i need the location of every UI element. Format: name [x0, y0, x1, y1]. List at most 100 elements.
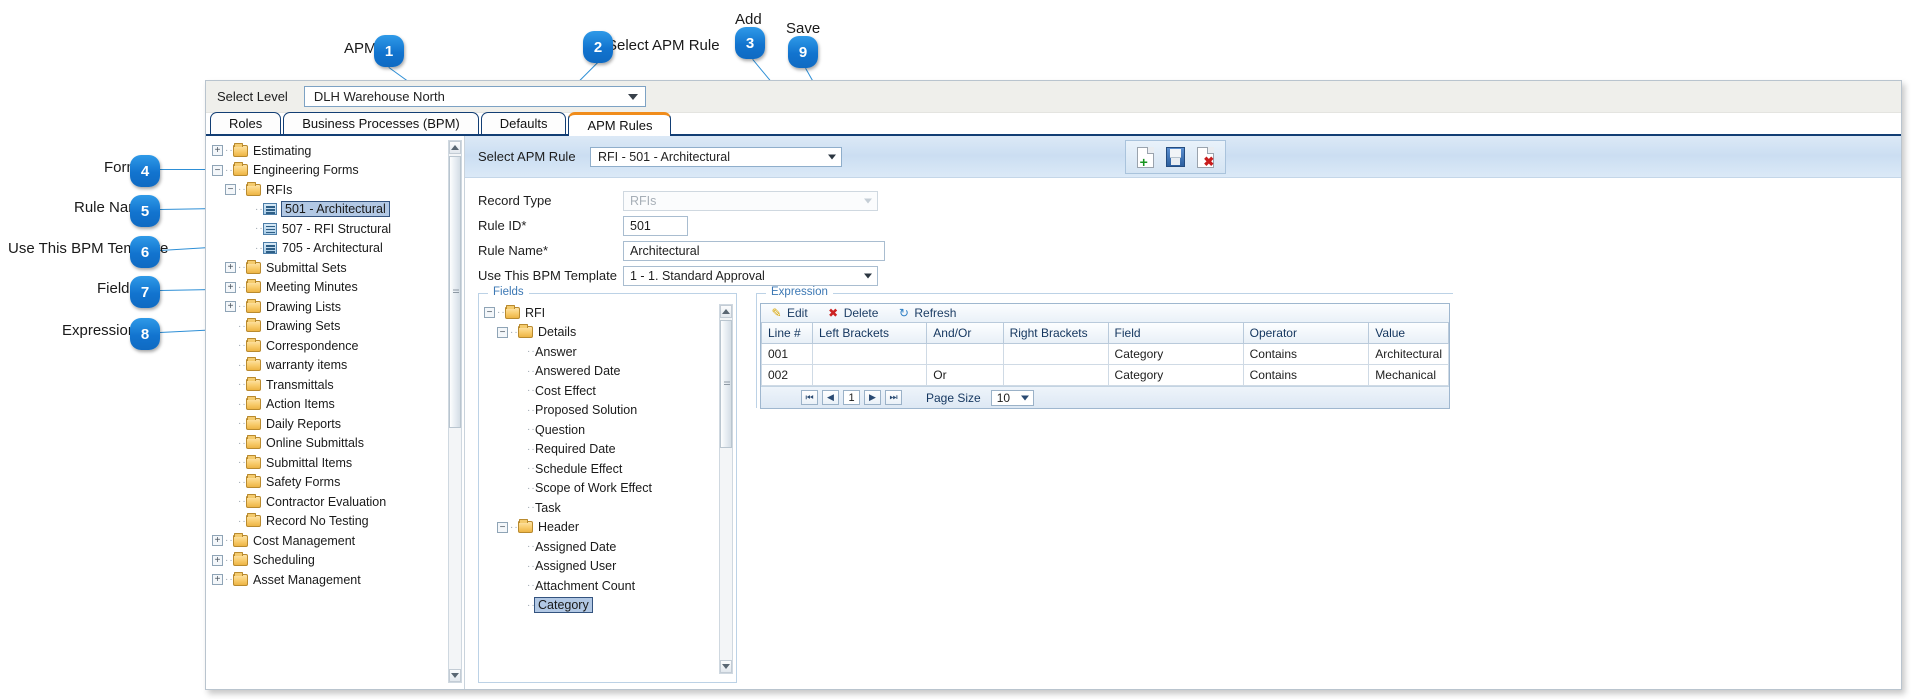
rule-name-field[interactable]: Architectural — [623, 240, 885, 261]
form-tree-item-node[interactable]: ·· 507 - RFI Structural — [212, 219, 464, 239]
form-tree-item-node[interactable]: ·· 705 - Architectural — [212, 239, 464, 259]
expand-icon[interactable]: + — [212, 535, 223, 547]
bpm-template-dropdown[interactable]: 1 - 1. Standard Approval — [623, 265, 878, 286]
scroll-down-icon[interactable] — [720, 660, 732, 673]
table-row[interactable]: 002 Or Category Contains Mechanical — [761, 364, 1449, 386]
scroll-down-icon[interactable] — [449, 669, 461, 682]
form-tree-item-node[interactable]: − ·· RFIs — [212, 180, 464, 200]
form-tree-item-node[interactable]: + ·· Estimating — [212, 141, 464, 161]
pager-first-button[interactable]: ⏮ — [801, 390, 818, 405]
fields-tree-item-node[interactable]: ·· Assigned User — [484, 557, 736, 577]
scroll-up-icon[interactable] — [449, 141, 461, 154]
folder-icon — [505, 304, 520, 319]
expand-icon[interactable]: + — [212, 145, 223, 157]
fields-tree-item-node[interactable]: ·· Required Date — [484, 440, 736, 460]
column-header[interactable]: Left Brackets — [811, 323, 928, 344]
save-button[interactable] — [1163, 144, 1187, 170]
fields-tree-item-node[interactable]: − ·· RFI — [484, 303, 736, 323]
fields-tree-item-node[interactable]: ·· Question — [484, 420, 736, 440]
fields-tree-item-node[interactable]: ·· Task — [484, 498, 736, 518]
form-tree-item-node[interactable]: + ·· Asset Management — [212, 570, 464, 590]
fields-tree-scrollbar[interactable] — [719, 304, 733, 674]
expand-icon[interactable]: + — [212, 554, 223, 566]
collapse-icon[interactable]: − — [497, 326, 508, 338]
form-tree-item-node[interactable]: + ·· Scheduling — [212, 551, 464, 571]
column-header[interactable]: Line # — [761, 323, 813, 344]
delete-button[interactable]: ✖ — [1194, 144, 1218, 170]
fields-tree-item-node[interactable]: − ·· Header — [484, 518, 736, 538]
tab-label: APM Rules — [587, 118, 653, 133]
pager-last-button[interactable]: ⏭ — [885, 390, 902, 405]
select-level-dropdown[interactable]: DLH Warehouse North — [303, 86, 646, 107]
folder-icon — [246, 415, 261, 430]
form-tree-item-node[interactable]: ·· Contractor Evaluation — [212, 492, 464, 512]
fields-tree-item-node[interactable]: ·· Proposed Solution — [484, 401, 736, 421]
fields-tree-item-node[interactable]: ·· Category — [484, 596, 736, 616]
tab-roles[interactable]: Roles — [210, 112, 282, 134]
expand-icon[interactable]: + — [212, 574, 223, 586]
fields-tree-item-node[interactable]: ·· Scope of Work Effect — [484, 479, 736, 499]
form-tree-item-node[interactable]: ·· 501 - Architectural — [212, 200, 464, 220]
form-tree-item-node[interactable]: ·· Drawing Sets — [212, 317, 464, 337]
pager-current-page[interactable]: 1 — [843, 390, 860, 405]
add-button[interactable]: + — [1133, 144, 1157, 170]
callout-badge-2: 2 — [583, 31, 613, 63]
delete-button[interactable]: ✖ Delete — [827, 306, 878, 320]
column-header[interactable]: Value — [1368, 323, 1449, 344]
form-tree-scrollbar[interactable] — [448, 140, 462, 683]
refresh-button[interactable]: ↻ Refresh — [897, 306, 957, 320]
pager-prev-button[interactable]: ◀ — [822, 390, 839, 405]
form-tree-item-node[interactable]: + ·· Drawing Lists — [212, 297, 464, 317]
form-tree-item-node[interactable]: ·· Safety Forms — [212, 473, 464, 493]
fields-tree-item-node[interactable]: ·· Answered Date — [484, 362, 736, 382]
tab-defaults[interactable]: Defaults — [480, 112, 567, 134]
pager-next-button[interactable]: ▶ — [864, 390, 881, 405]
tree-connector: ·· — [510, 326, 519, 338]
fields-tree-item-node[interactable]: ·· Assigned Date — [484, 537, 736, 557]
tree-connector: ·· — [510, 521, 519, 533]
rule-id-field[interactable]: 501 — [623, 215, 688, 236]
fields-tree-item-node[interactable]: ·· Schedule Effect — [484, 459, 736, 479]
table-row[interactable]: 001 Category Contains Architectural — [761, 343, 1449, 365]
form-tree-item-node[interactable]: ·· Transmittals — [212, 375, 464, 395]
fields-tree-item-node[interactable]: ·· Attachment Count — [484, 576, 736, 596]
collapse-icon[interactable]: − — [225, 184, 236, 196]
select-apm-rule-dropdown[interactable]: RFI - 501 - Architectural — [590, 146, 842, 167]
expand-icon[interactable]: + — [225, 262, 236, 274]
tab-business-processes-bpm[interactable]: Business Processes (BPM) — [283, 112, 479, 134]
form-tree-item-node[interactable]: ·· Record No Testing — [212, 512, 464, 532]
form-tree-item-node[interactable]: ·· Submittal Items — [212, 453, 464, 473]
column-header[interactable]: And/Or — [926, 323, 1004, 344]
collapse-icon[interactable]: − — [484, 307, 495, 319]
column-header[interactable]: Field — [1107, 323, 1244, 344]
collapse-icon[interactable]: − — [212, 164, 223, 176]
form-tree-item-node[interactable]: + ·· Meeting Minutes — [212, 278, 464, 298]
scroll-up-icon[interactable] — [720, 305, 732, 318]
form-tree-item-node[interactable]: + ·· Submittal Sets — [212, 258, 464, 278]
rule-name-row: Rule Name* Architectural — [478, 238, 1901, 263]
form-tree-item-node[interactable]: ·· Online Submittals — [212, 434, 464, 454]
fields-tree-item-node[interactable]: − ·· Details — [484, 323, 736, 343]
form-tree-item-node[interactable]: ·· Action Items — [212, 395, 464, 415]
column-header[interactable]: Operator — [1242, 323, 1370, 344]
column-header[interactable]: Right Brackets — [1002, 323, 1109, 344]
tree-connector: ·· — [527, 580, 536, 592]
folder-icon — [233, 532, 248, 547]
expand-icon[interactable]: + — [225, 301, 236, 313]
fields-tree-item-node[interactable]: ·· Cost Effect — [484, 381, 736, 401]
page-size-dropdown[interactable]: 10 — [990, 389, 1034, 406]
scroll-thumb[interactable] — [449, 156, 461, 428]
form-tree-item-node[interactable]: − ·· Engineering Forms — [212, 161, 464, 181]
collapse-icon[interactable]: − — [497, 521, 508, 533]
tab-apm-rules[interactable]: APM Rules — [568, 112, 672, 136]
scroll-thumb[interactable] — [720, 320, 732, 448]
form-tree-item-node[interactable]: ·· Correspondence — [212, 336, 464, 356]
form-tree-item-node[interactable]: ·· Daily Reports — [212, 414, 464, 434]
fields-tree-item-node[interactable]: ·· Answer — [484, 342, 736, 362]
expand-icon[interactable]: + — [225, 281, 236, 293]
form-tree-item-node[interactable]: ·· warranty items — [212, 356, 464, 376]
edit-button[interactable]: ✎ Edit — [770, 306, 807, 320]
form-tree-item-node[interactable]: + ·· Cost Management — [212, 531, 464, 551]
